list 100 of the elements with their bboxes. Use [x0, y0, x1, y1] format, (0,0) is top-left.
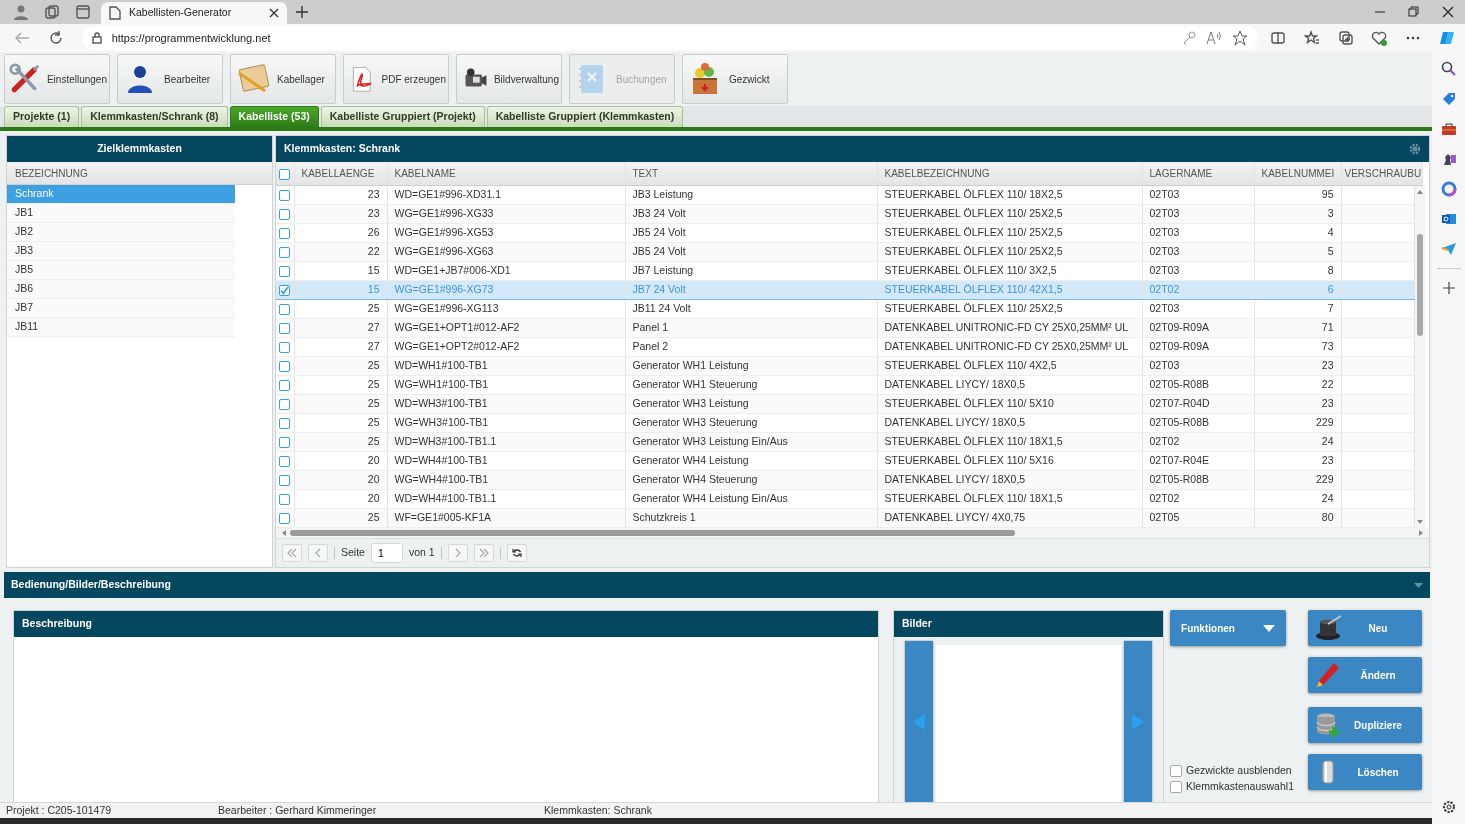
table-row[interactable]: 27 WG=GE1+OPT1#012-AF2 Panel 1 DATENKABEL UNITRONIC-FD CY 25X0,25MM² UL 02T09-R09A 71: [276, 318, 1415, 338]
page-input[interactable]: 1: [370, 543, 403, 563]
tab[interactable]: Kabelliste (53): [229, 106, 319, 127]
split-screen-icon[interactable]: [1270, 30, 1286, 46]
checkbox[interactable]: [279, 246, 290, 258]
list-item[interactable]: JB3: [7, 242, 235, 261]
table-row[interactable]: 25 WD=WH3#100-TB1 Generator WH3 Leistung STEUERKABEL ÖLFLEX 110/ 5X10 02T07-R04D 23: [276, 394, 1415, 414]
copilot-icon[interactable]: [1439, 30, 1456, 46]
reload-icon[interactable]: [47, 30, 64, 46]
toolbar-button[interactable]: Bildverwaltung: [456, 54, 562, 104]
checkbox[interactable]: [279, 189, 290, 201]
list-item[interactable]: JB2: [7, 223, 235, 242]
tab[interactable]: Klemmkasten/Schrank (8): [81, 106, 228, 127]
column-header[interactable]: TEXT: [632, 167, 659, 179]
key-icon[interactable]: [1182, 31, 1197, 45]
action-button[interactable]: Löschen: [1308, 754, 1422, 790]
checkbox[interactable]: [1170, 781, 1182, 793]
checkbox[interactable]: [279, 436, 290, 448]
first-page-button[interactable]: [282, 544, 302, 562]
functions-button[interactable]: Funktionen: [1170, 610, 1286, 646]
table-row[interactable]: 25 WG=WH1#100-TB1 Generator WH1 Steuerung DATENKABEL LIYCY/ 18X0,5 02T05-R08B 22: [276, 375, 1415, 395]
action-button[interactable]: Dupliziere: [1308, 707, 1422, 743]
table-row[interactable]: 20 WD=WH4#100-TB1.1 Generator WH4 Leistung Ein/Aus STEUERKABEL ÖLFLEX 110/ 18X1,5 02T02 24: [276, 489, 1415, 509]
checkbox[interactable]: [279, 455, 290, 467]
collapse-icon[interactable]: [1414, 582, 1423, 588]
action-button[interactable]: Neu: [1308, 610, 1422, 646]
table-row[interactable]: 25 WG=GE1#996-XG113 JB11 24 Volt STEUERKABEL ÖLFLEX 110/ 25X2,5 02T03 7: [276, 299, 1415, 319]
table-row[interactable]: 26 WG=GE1#996-XG53 JB5 24 Volt STEUERKABEL ÖLFLEX 110/ 25X2,5 02T03 4: [276, 223, 1415, 243]
checkbox[interactable]: [279, 322, 290, 334]
scroll-down-icon[interactable]: [1417, 520, 1423, 525]
checkbox[interactable]: [279, 493, 290, 505]
table-row[interactable]: 25 WD=WH1#100-TB1 Generator WH1 Leistung STEUERKABEL ÖLFLEX 110/ 4X2,5 02T03 23: [276, 356, 1415, 376]
checkbox[interactable]: [279, 303, 290, 315]
add-icon[interactable]: [1442, 282, 1455, 294]
next-page-button[interactable]: [447, 544, 468, 562]
table-row[interactable]: 25 WF=GE1#005-KF1A Schutzkreis 1 DATENKABEL LIYCY/ 4X0,75 02T05 80: [276, 508, 1415, 528]
browser-tab[interactable]: Kabellisten-Generator: [101, 2, 287, 24]
mail-icon[interactable]: [1440, 211, 1457, 227]
tab-actions-icon[interactable]: [75, 4, 91, 20]
checkbox[interactable]: [279, 168, 290, 180]
workspaces-icon[interactable]: [44, 4, 60, 20]
previous-page-button[interactable]: [308, 544, 328, 562]
search-icon[interactable]: [1440, 61, 1457, 77]
toolbar-button[interactable]: PDF erzeugen: [343, 54, 449, 104]
checkbox[interactable]: [279, 398, 290, 410]
favorites-icon[interactable]: [1303, 30, 1320, 46]
scroll-left-icon[interactable]: [282, 530, 286, 537]
toolbar-button[interactable]: Einstellungen: [4, 54, 110, 104]
table-row[interactable]: 25 WG=WH3#100-TB1 Generator WH3 Steuerung DATENKABEL LIYCY/ 18X0,5 02T05-R08B 229: [276, 413, 1415, 433]
collections-icon[interactable]: [1337, 30, 1354, 46]
checkbox[interactable]: [279, 284, 290, 296]
scroll-right-icon[interactable]: [1419, 530, 1423, 537]
toolbar-button[interactable]: Gezwickt: [682, 54, 788, 104]
office-icon[interactable]: [1440, 181, 1457, 197]
profile-icon[interactable]: [13, 4, 29, 20]
refresh-button[interactable]: [506, 544, 527, 562]
table-row[interactable]: 27 WG=GE1+OPT2#012-AF2 Panel 2 DATENKABEL UNITRONIC-FD CY 25X0,25MM² UL 02T09-R09A 73: [276, 337, 1415, 357]
toolbar-button[interactable]: Bearbeiter: [117, 54, 223, 104]
list-item[interactable]: JB5: [7, 261, 235, 280]
checkbox[interactable]: [279, 265, 290, 277]
send-icon[interactable]: [1440, 241, 1457, 257]
new-tab-icon[interactable]: [295, 5, 309, 19]
vertical-scrollbar[interactable]: [1415, 185, 1425, 529]
last-page-button[interactable]: [473, 544, 494, 562]
table-row[interactable]: 23 WG=GE1#996-XG33 JB3 24 Volt STEUERKABEL ÖLFLEX 110/ 25X2,5 02T03 3: [276, 204, 1415, 224]
tab[interactable]: Kabelliste Gruppiert (Klemmkasten): [486, 106, 684, 127]
tab[interactable]: Projekte (1): [4, 106, 80, 127]
checkbox[interactable]: [1170, 765, 1182, 777]
toolbox-icon[interactable]: [1440, 121, 1457, 137]
table-row[interactable]: 20 WG=WH4#100-TB1 Generator WH4 Steuerung DATENKABEL LIYCY/ 18X0,5 02T05-R08B 229: [276, 470, 1415, 490]
checkbox[interactable]: [279, 227, 290, 239]
address-field[interactable]: https://programmentwicklung.net: [81, 26, 1259, 50]
checkbox[interactable]: [279, 512, 290, 524]
checkbox[interactable]: [279, 341, 290, 353]
restore-icon[interactable]: [1408, 6, 1420, 18]
scroll-up-icon[interactable]: [1417, 189, 1423, 194]
list-item[interactable]: JB7: [7, 299, 235, 318]
checkbox[interactable]: [279, 379, 290, 391]
table-row[interactable]: 25 WD=WH3#100-TB1.1 Generator WH3 Leistung Ein/Aus STEUERKABEL ÖLFLEX 110/ 18X1,5 02T02 24: [276, 432, 1415, 452]
horizontal-scrollbar[interactable]: [276, 528, 1429, 540]
checkbox[interactable]: [279, 208, 290, 220]
settings-icon[interactable]: [1441, 800, 1456, 814]
read-aloud-icon[interactable]: [1206, 31, 1223, 45]
checkbox[interactable]: [279, 360, 290, 372]
table-row[interactable]: 15 WD=GE1+JB7#006-XD1 JB7 Leistung STEUERKABEL ÖLFLEX 110/ 3X2,5 02T03 8: [276, 261, 1415, 281]
table-row[interactable]: 22 WG=GE1#996-XG63 JB5 24 Volt STEUERKABEL ÖLFLEX 110/ 25X2,5 02T03 5: [276, 242, 1415, 262]
checkbox[interactable]: [279, 417, 290, 429]
toolbar-button[interactable]: Kabellager: [230, 54, 336, 104]
column-header[interactable]: BEZEICHNUNG: [7, 162, 272, 185]
tab[interactable]: Kabelliste Gruppiert (Projekt): [320, 106, 485, 127]
action-button[interactable]: Ändern: [1308, 657, 1422, 693]
table-row[interactable]: 23 WD=GE1#996-XD31.1 JB3 Leistung STEUERKABEL ÖLFLEX 110/ 18X2,5 02T03 95: [276, 185, 1415, 205]
health-icon[interactable]: [1371, 30, 1388, 46]
close-icon[interactable]: [1442, 6, 1454, 18]
close-icon[interactable]: [269, 8, 279, 18]
list-item[interactable]: JB1: [7, 204, 235, 223]
list-item[interactable]: JB6: [7, 280, 235, 299]
checkbox[interactable]: [279, 474, 290, 486]
column-header[interactable]: KABELNAME: [394, 167, 456, 179]
star-icon[interactable]: [1232, 30, 1249, 46]
